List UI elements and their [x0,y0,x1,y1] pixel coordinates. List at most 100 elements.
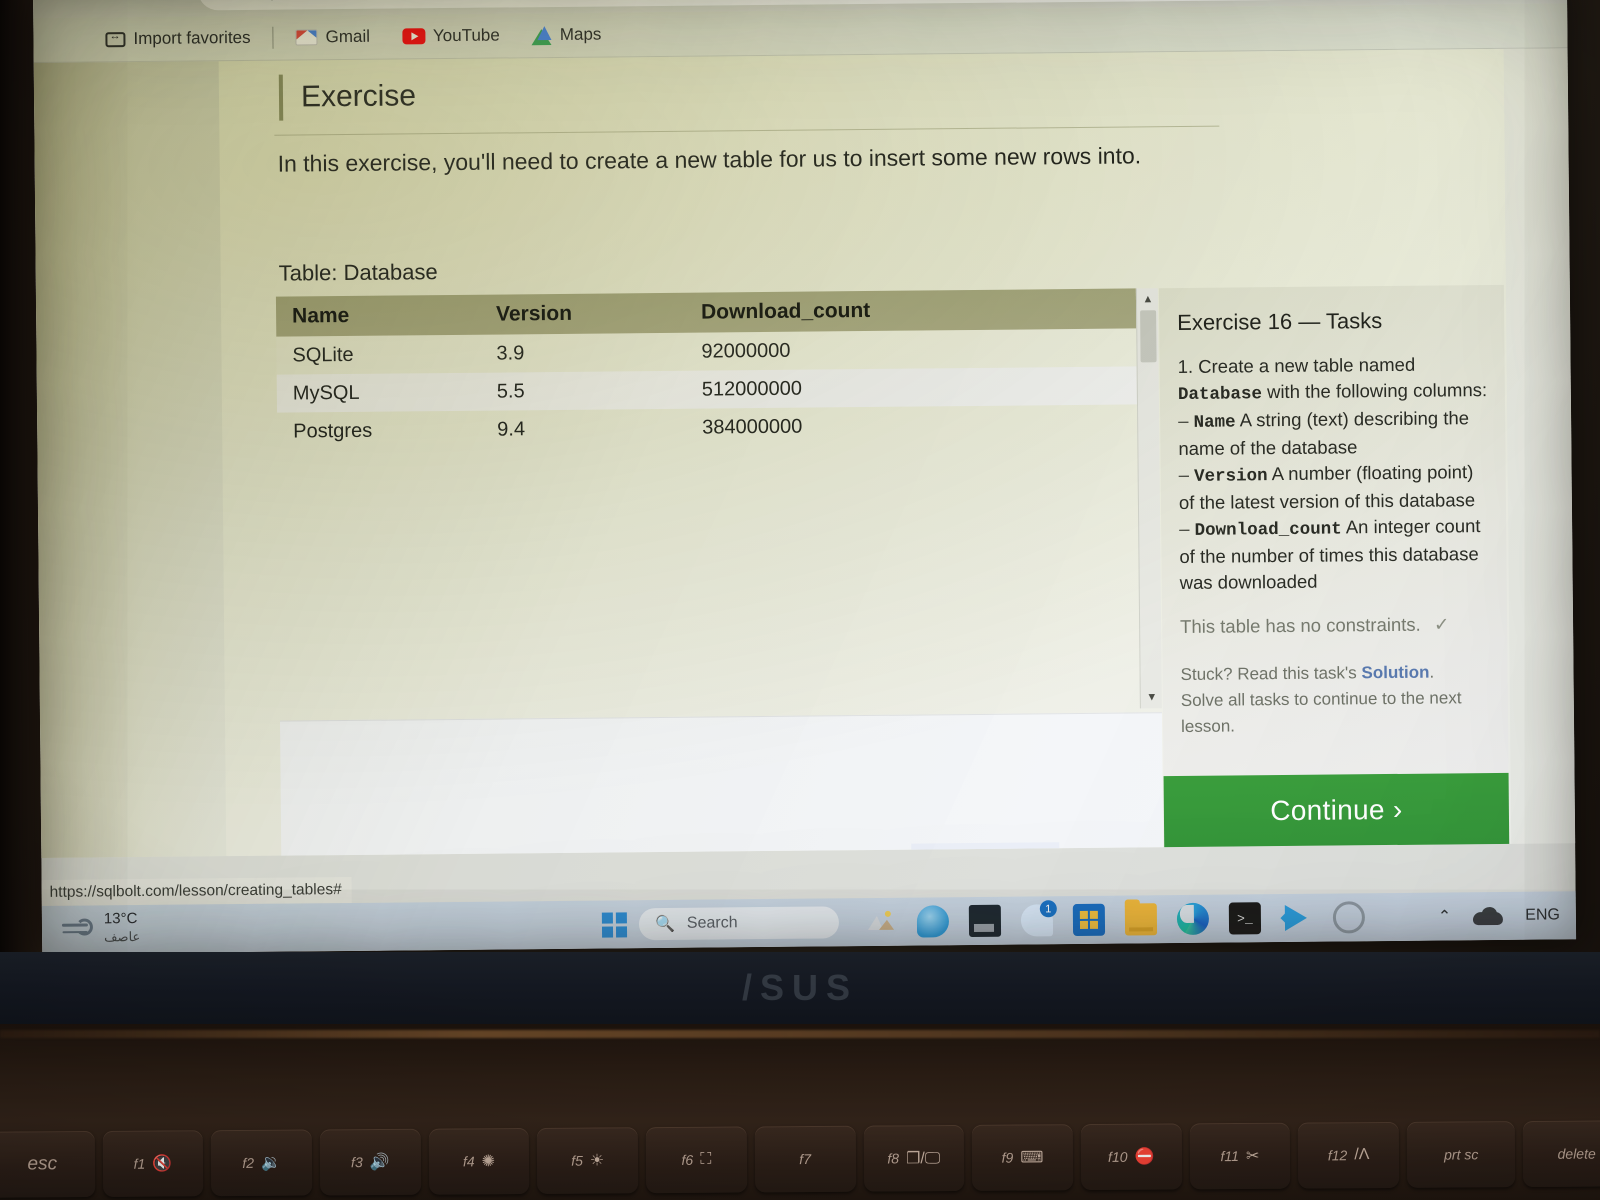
task-number: 1. [1177,355,1194,378]
continue-button[interactable]: Continue › [1163,772,1510,849]
cell-version: 9.4 [497,417,526,441]
task-lead: Create a new table named [1198,353,1416,377]
favorites-item-maps[interactable]: Maps [516,19,618,50]
search-input[interactable]: 🔍 Search [638,906,840,941]
table-caption: Table: Database [278,259,438,286]
favorites-item-import[interactable]: Import favorites [89,23,266,55]
key-label: f3 [350,1154,363,1171]
key-label: f7 [799,1150,812,1168]
key-label: f4 [462,1153,475,1170]
column-header-download-count[interactable]: Download_count [701,296,1136,324]
key-label: f11 [1220,1148,1239,1165]
column-header-version[interactable]: Version [496,301,701,327]
cell-download-count: 512000000 [701,377,803,401]
app-circle-icon[interactable] [1332,901,1366,934]
bullet-dash: – [1178,463,1190,486]
language-indicator[interactable]: ENG [1525,906,1560,924]
import-favorites-icon [105,31,126,47]
key-label: f10 [1107,1148,1128,1165]
key-f10[interactable]: f10 ⛔ [1080,1123,1182,1191]
solve-all-text: Solve all tasks to continue to the next … [1180,688,1462,737]
key-f12[interactable]: f12 /Λ [1298,1121,1400,1189]
key-f1[interactable]: f1 🔇 [102,1130,204,1197]
favorites-item-youtube[interactable]: YouTube [386,20,516,51]
solution-link[interactable]: Solution [1361,663,1429,683]
windows-start-icon[interactable] [601,911,628,938]
key-print-screen[interactable]: prt sc [1406,1121,1516,1188]
file-explorer-icon[interactable] [1124,903,1158,936]
onedrive-icon[interactable] [1473,907,1503,925]
keyboard-backlight-icon: ✺ [481,1153,496,1171]
app-dark-icon[interactable] [968,904,1002,938]
run-query-button[interactable]: RUN QUERY [910,842,1060,858]
weather-description: عاصف [103,929,141,945]
scroll-up-icon[interactable]: ▲ [1137,290,1159,308]
taskbar-app-icons: 1 >_ [865,900,1366,938]
edge-browser-window: ‹ ⟳ https://sqlbolt.com/lesson/creating_… [33,0,1577,954]
cell-name: MySQL [292,381,360,405]
stuck-hint: Stuck? Read this task's Solution. Solve … [1180,659,1491,740]
status-bar: https://sqlbolt.com/lesson/creating_tabl… [41,876,352,906]
key-f2[interactable]: f2 🔉 [211,1129,313,1197]
key-label: f12 [1327,1147,1348,1164]
favorites-item-label: YouTube [432,25,500,46]
column-name: Version [1194,466,1268,487]
favorites-item-gmail[interactable]: Gmail [279,22,386,53]
widgets-icon[interactable] [865,906,897,938]
taskbar-weather-widget[interactable]: 13°C عاصف [60,910,141,947]
scrollbar-thumb[interactable] [1140,310,1157,363]
key-f8[interactable]: f8 ❐/🖵 [863,1124,965,1192]
table-row: Postgres 9.4 384000000 [277,404,1137,450]
key-label: f9 [1001,1149,1014,1166]
results-table: Name Version Download_count SQLite 3.9 9… [275,288,1137,450]
tray-chevron-up-icon[interactable]: ⌃ [1438,906,1452,926]
cell-download-count: 384000000 [702,415,803,439]
vscode-icon[interactable] [1281,902,1313,934]
key-esc[interactable]: esc [0,1130,95,1198]
youtube-icon [401,28,426,45]
windy-weather-icon [60,917,94,939]
microsoft-store-icon[interactable] [1072,903,1106,937]
column-name: Name [1193,412,1236,433]
cell-name: SQLite [292,343,354,367]
key-label: f5 [571,1152,583,1169]
deck-edge-highlight [0,1030,1600,1038]
web-page: Exercise In this exercise, you'll need t… [33,48,1576,858]
key-f7[interactable]: f7 [754,1125,856,1193]
copilot-icon[interactable] [916,905,950,938]
key-label: f6 [681,1151,694,1168]
key-f5[interactable]: f5 ☀ [537,1127,639,1194]
task-column-download-count: – Download_count An integer count of the… [1179,513,1492,596]
column-header-name[interactable]: Name [276,303,496,329]
key-delete[interactable]: delete [1523,1120,1600,1188]
address-bar-url: https://sqlbolt.com/lesson/creating_tabl… [246,0,634,2]
keyboard-function-row: esc f1 🔇 f2 🔉 f3 🔊 f4 ✺ f5 ☀ f6 ⛶ f7 f8 … [0,1120,1600,1200]
results-scrollbar[interactable]: ▲ ▼ [1135,288,1163,709]
key-label: esc [27,1153,58,1175]
key-f9[interactable]: f9 ⌨ [971,1124,1074,1191]
key-f11[interactable]: f11 ✂ [1189,1122,1291,1190]
asus-logo: /SUS [741,967,859,1008]
chat-icon[interactable]: 1 [1020,900,1057,937]
volume-up-icon: 🔊 [369,1153,390,1172]
microsoft-edge-icon[interactable] [1176,902,1210,936]
key-f3[interactable]: f3 🔊 [319,1128,421,1196]
sql-editor[interactable]: RUN QUERY RESET [279,712,1164,858]
task-column-version: – Version A number (floating point) of t… [1179,459,1492,516]
terminal-icon[interactable]: >_ [1228,902,1262,935]
weather-temperature: 13°C [103,910,138,928]
refresh-icon[interactable]: ⟳ [151,0,169,2]
gmail-icon [295,29,318,46]
cell-name: Postgres [293,419,373,443]
task-no-constraints: This table has no constraints. ✓ [1180,611,1492,640]
key-f4[interactable]: f4 ✺ [428,1127,530,1195]
mute-icon: 🔇 [152,1155,173,1173]
page-title: Exercise [278,73,417,121]
key-label: prt sc [1444,1146,1479,1163]
reset-button[interactable]: RESET [1082,847,1154,858]
page-left-gradient [33,61,232,858]
scroll-down-icon[interactable]: ▼ [1141,688,1163,706]
key-label: delete [1557,1145,1596,1162]
key-f6[interactable]: f6 ⛶ [645,1126,748,1194]
task-lead-tail: with the following columns: [1266,379,1488,403]
